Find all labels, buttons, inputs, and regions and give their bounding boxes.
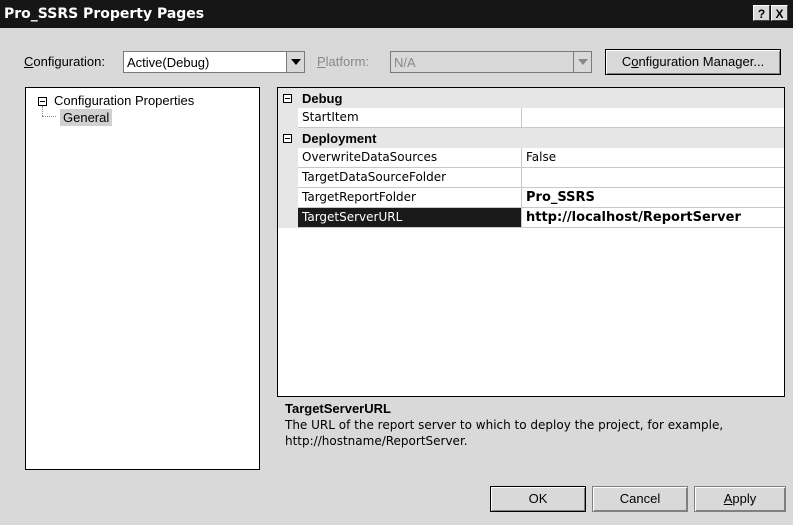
- description-title: TargetServerURL: [285, 401, 391, 416]
- chevron-down-icon[interactable]: [286, 52, 304, 72]
- platform-label: Platform:: [317, 54, 370, 69]
- category-label: Debug: [302, 91, 343, 106]
- tree-item-general[interactable]: General: [60, 109, 113, 126]
- collapse-icon[interactable]: [283, 134, 292, 143]
- row-gutter: [278, 208, 298, 228]
- row-gutter: [278, 168, 298, 188]
- collapse-icon[interactable]: [283, 94, 292, 103]
- property-name[interactable]: OverwriteDataSources: [298, 148, 522, 168]
- category-label: Deployment: [302, 131, 377, 146]
- description-line-2: http://hostname/ReportServer.: [285, 434, 468, 448]
- property-value[interactable]: [522, 108, 784, 128]
- property-pages-dialog: Pro_SSRS Property Pages ? X Configuratio…: [0, 0, 793, 525]
- category-debug[interactable]: Debug: [278, 88, 784, 108]
- settings-tree[interactable]: Configuration Properties General: [25, 87, 260, 470]
- cancel-button[interactable]: Cancel: [592, 486, 688, 512]
- property-value[interactable]: False: [522, 148, 784, 168]
- tree-connector: [42, 116, 56, 118]
- window-title: Pro_SSRS Property Pages: [4, 6, 205, 22]
- table-row-selected[interactable]: TargetServerURL http://localhost/ReportS…: [278, 208, 784, 228]
- platform-dropdown: N/A: [390, 51, 592, 73]
- title-bar[interactable]: Pro_SSRS Property Pages ? X: [0, 0, 793, 28]
- property-name[interactable]: TargetServerURL: [298, 208, 522, 228]
- row-gutter: [278, 148, 298, 168]
- property-name[interactable]: TargetReportFolder: [298, 188, 522, 208]
- table-row[interactable]: OverwriteDataSources False: [278, 148, 784, 168]
- chevron-down-icon: [573, 52, 591, 72]
- configuration-dropdown[interactable]: Active(Debug): [123, 51, 305, 73]
- ok-button[interactable]: OK: [490, 486, 586, 512]
- help-button[interactable]: ?: [753, 5, 770, 21]
- row-gutter: [278, 108, 298, 128]
- configuration-manager-button[interactable]: Configuration Manager...: [605, 49, 781, 75]
- table-row[interactable]: TargetDataSourceFolder: [278, 168, 784, 188]
- property-value[interactable]: Pro_SSRS: [522, 188, 784, 208]
- table-row[interactable]: TargetReportFolder Pro_SSRS: [278, 188, 784, 208]
- property-name[interactable]: StartItem: [298, 108, 522, 128]
- configuration-value: Active(Debug): [127, 55, 210, 70]
- apply-button[interactable]: Apply: [694, 486, 786, 512]
- configuration-label: Configuration:: [24, 54, 105, 69]
- table-row[interactable]: StartItem: [278, 108, 784, 128]
- property-value-editor[interactable]: http://localhost/ReportServer: [522, 208, 784, 228]
- tree-connector: [42, 106, 44, 116]
- row-gutter: [278, 188, 298, 208]
- description-pane: TargetServerURL The URL of the report se…: [277, 396, 785, 470]
- collapse-icon[interactable]: [38, 97, 47, 106]
- tree-item-configuration-properties[interactable]: Configuration Properties: [54, 93, 194, 108]
- platform-value: N/A: [394, 55, 416, 70]
- description-line-1: The URL of the report server to which to…: [285, 418, 724, 432]
- property-name[interactable]: TargetDataSourceFolder: [298, 168, 522, 188]
- close-button[interactable]: X: [771, 5, 788, 21]
- category-deployment[interactable]: Deployment: [278, 128, 784, 148]
- property-value[interactable]: [522, 168, 784, 188]
